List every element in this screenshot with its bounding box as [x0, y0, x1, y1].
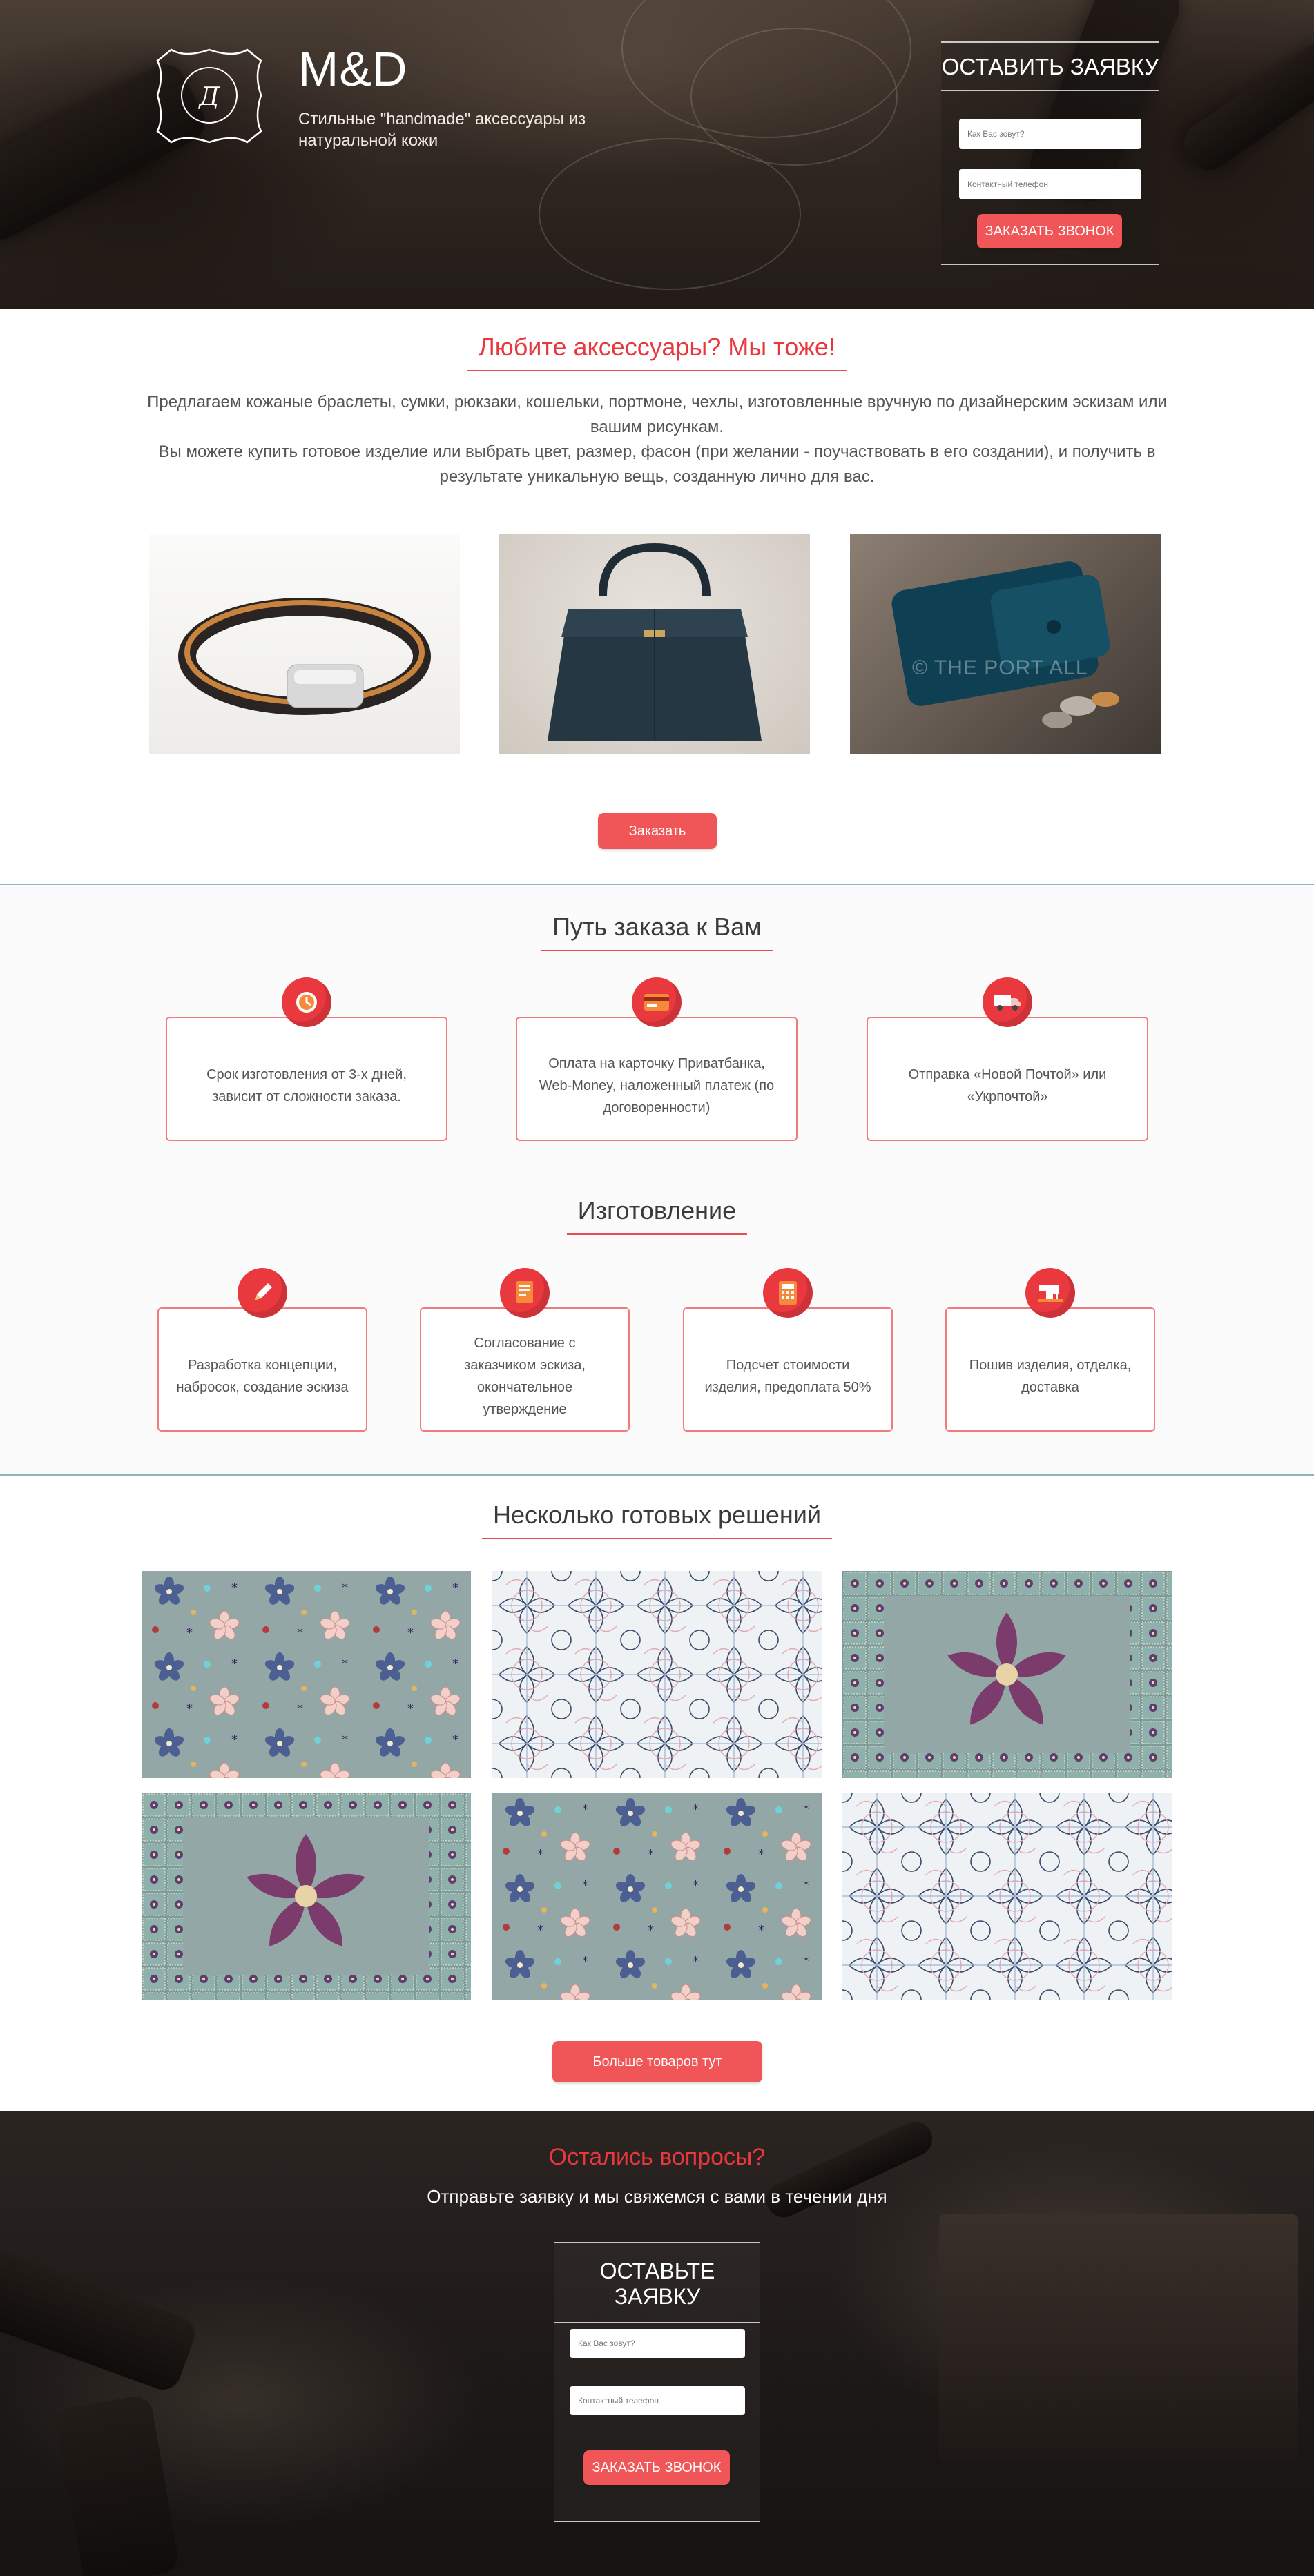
- delivery-card-time: Срок изготовления от 3-х дней, зависит о…: [166, 1017, 447, 1141]
- svg-text:Д: Д: [197, 83, 220, 111]
- card-text: Оплата на карточку Приватбанка, Web-Mone…: [539, 1056, 775, 1115]
- solution-tile-big-flower[interactable]: [842, 1571, 1172, 1778]
- production-card-approval: Согласование с заказчиком эскиза, оконча…: [420, 1307, 630, 1432]
- delivery-card-payment: Оплата на карточку Приватбанка, Web-Mone…: [516, 1017, 798, 1141]
- intro-paragraph: Предлагаем кожаные браслеты, сумки, рюкз…: [147, 393, 1167, 436]
- calculator-icon: [763, 1268, 813, 1318]
- footer-subtitle: Отправьте заявку и мы свяжемся с вами в …: [427, 2186, 887, 2207]
- production-title-text: Изготовление: [566, 1196, 748, 1235]
- brand-name: M&D: [298, 42, 408, 96]
- photo-watermark: © THE PORT ALL: [912, 656, 1088, 679]
- credit-card-icon: [632, 977, 682, 1027]
- footer-tool-hammer: [54, 2393, 181, 2576]
- intro-title: Любите аксессуары? Мы тоже!: [0, 333, 1314, 371]
- solutions-title-text: Несколько готовых решений: [481, 1501, 833, 1539]
- name-input[interactable]: [959, 119, 1141, 149]
- section-divider: [0, 1474, 1314, 1476]
- order-call-button[interactable]: ЗАКАЗАТЬ ЗВОНОК: [977, 214, 1122, 248]
- bracelet-photo: [149, 534, 460, 754]
- solution-tile-flowers[interactable]: [492, 1793, 822, 2000]
- clock-icon: [282, 977, 331, 1027]
- solution-tile-flowers[interactable]: [142, 1571, 471, 1778]
- card-text: Согласование с заказчиком эскиза, оконча…: [464, 1336, 586, 1417]
- card-text: Подсчет стоимости изделия, предоплата 50…: [704, 1358, 871, 1395]
- footer-callback-form: ОСТАВЬТЕ ЗАЯВКУ ЗАКАЗАТЬ ЗВОНОК: [554, 2242, 760, 2522]
- delivery-card-shipping: Отправка «Новой Почтой» или «Укрпочтой»: [867, 1017, 1148, 1141]
- solution-tile-lace[interactable]: [842, 1793, 1172, 2000]
- solution-tile-lace[interactable]: [492, 1571, 822, 1778]
- intro-title-text: Любите аксессуары? Мы тоже!: [467, 333, 847, 371]
- delivery-title-text: Путь заказа к Вам: [541, 913, 773, 951]
- production-title: Изготовление: [0, 1196, 1314, 1235]
- card-text: Разработка концепции, набросок, создание…: [176, 1358, 349, 1395]
- solution-tile-big-flower[interactable]: [142, 1793, 471, 2000]
- delivery-title: Путь заказа к Вам: [0, 913, 1314, 951]
- sewing-machine-icon: [1025, 1268, 1075, 1318]
- brand-tagline: Стильные "handmade" аксессуары из натура…: [298, 110, 586, 150]
- card-text: Пошив изделия, отделка, доставка: [969, 1358, 1132, 1395]
- wallet-photo: © THE PORT ALL: [850, 534, 1161, 754]
- footer-tool-box: [939, 2214, 1298, 2463]
- production-card-pricing: Подсчет стоимости изделия, предоплата 50…: [683, 1307, 893, 1432]
- document-icon: [500, 1268, 550, 1318]
- section-divider: [0, 884, 1314, 885]
- card-text: Срок изготовления от 3-х дней, зависит о…: [206, 1067, 407, 1104]
- intro-paragraph: Вы можете купить готовое изделие или выб…: [158, 442, 1156, 486]
- pencil-icon: [238, 1268, 287, 1318]
- more-products-button[interactable]: Больше товаров тут: [552, 2041, 762, 2082]
- phone-input[interactable]: [959, 169, 1141, 199]
- bag-photo: [499, 534, 810, 754]
- order-call-button[interactable]: ЗАКАЗАТЬ ЗВОНОК: [583, 2450, 730, 2485]
- form-title: ОСТАВЬТЕ ЗАЯВКУ: [554, 2258, 760, 2323]
- solutions-title: Несколько готовых решений: [0, 1501, 1314, 1539]
- leather-logo-icon: Д: [156, 48, 262, 144]
- name-input[interactable]: [570, 2329, 745, 2358]
- header-callback-form: ОСТАВИТЬ ЗАЯВКУ ЗАКАЗАТЬ ЗВОНОК: [941, 41, 1159, 265]
- production-card-concept: Разработка концепции, набросок, создание…: [157, 1307, 367, 1432]
- order-button[interactable]: Заказать: [598, 813, 717, 849]
- intro-text: Предлагаем кожаные браслеты, сумки, рюкз…: [138, 390, 1176, 489]
- footer-tool-mallet: [0, 2247, 200, 2395]
- footer-question: Остались вопросы?: [548, 2144, 766, 2170]
- hero-section: Д M&D Стильные "handmade" аксессуары из …: [0, 0, 1314, 309]
- form-title: ОСТАВИТЬ ЗАЯВКУ: [941, 54, 1159, 91]
- phone-input[interactable]: [570, 2386, 745, 2415]
- card-text: Отправка «Новой Почтой» или «Укрпочтой»: [908, 1067, 1107, 1104]
- truck-icon: [983, 977, 1032, 1027]
- production-card-sewing: Пошив изделия, отделка, доставка: [945, 1307, 1155, 1432]
